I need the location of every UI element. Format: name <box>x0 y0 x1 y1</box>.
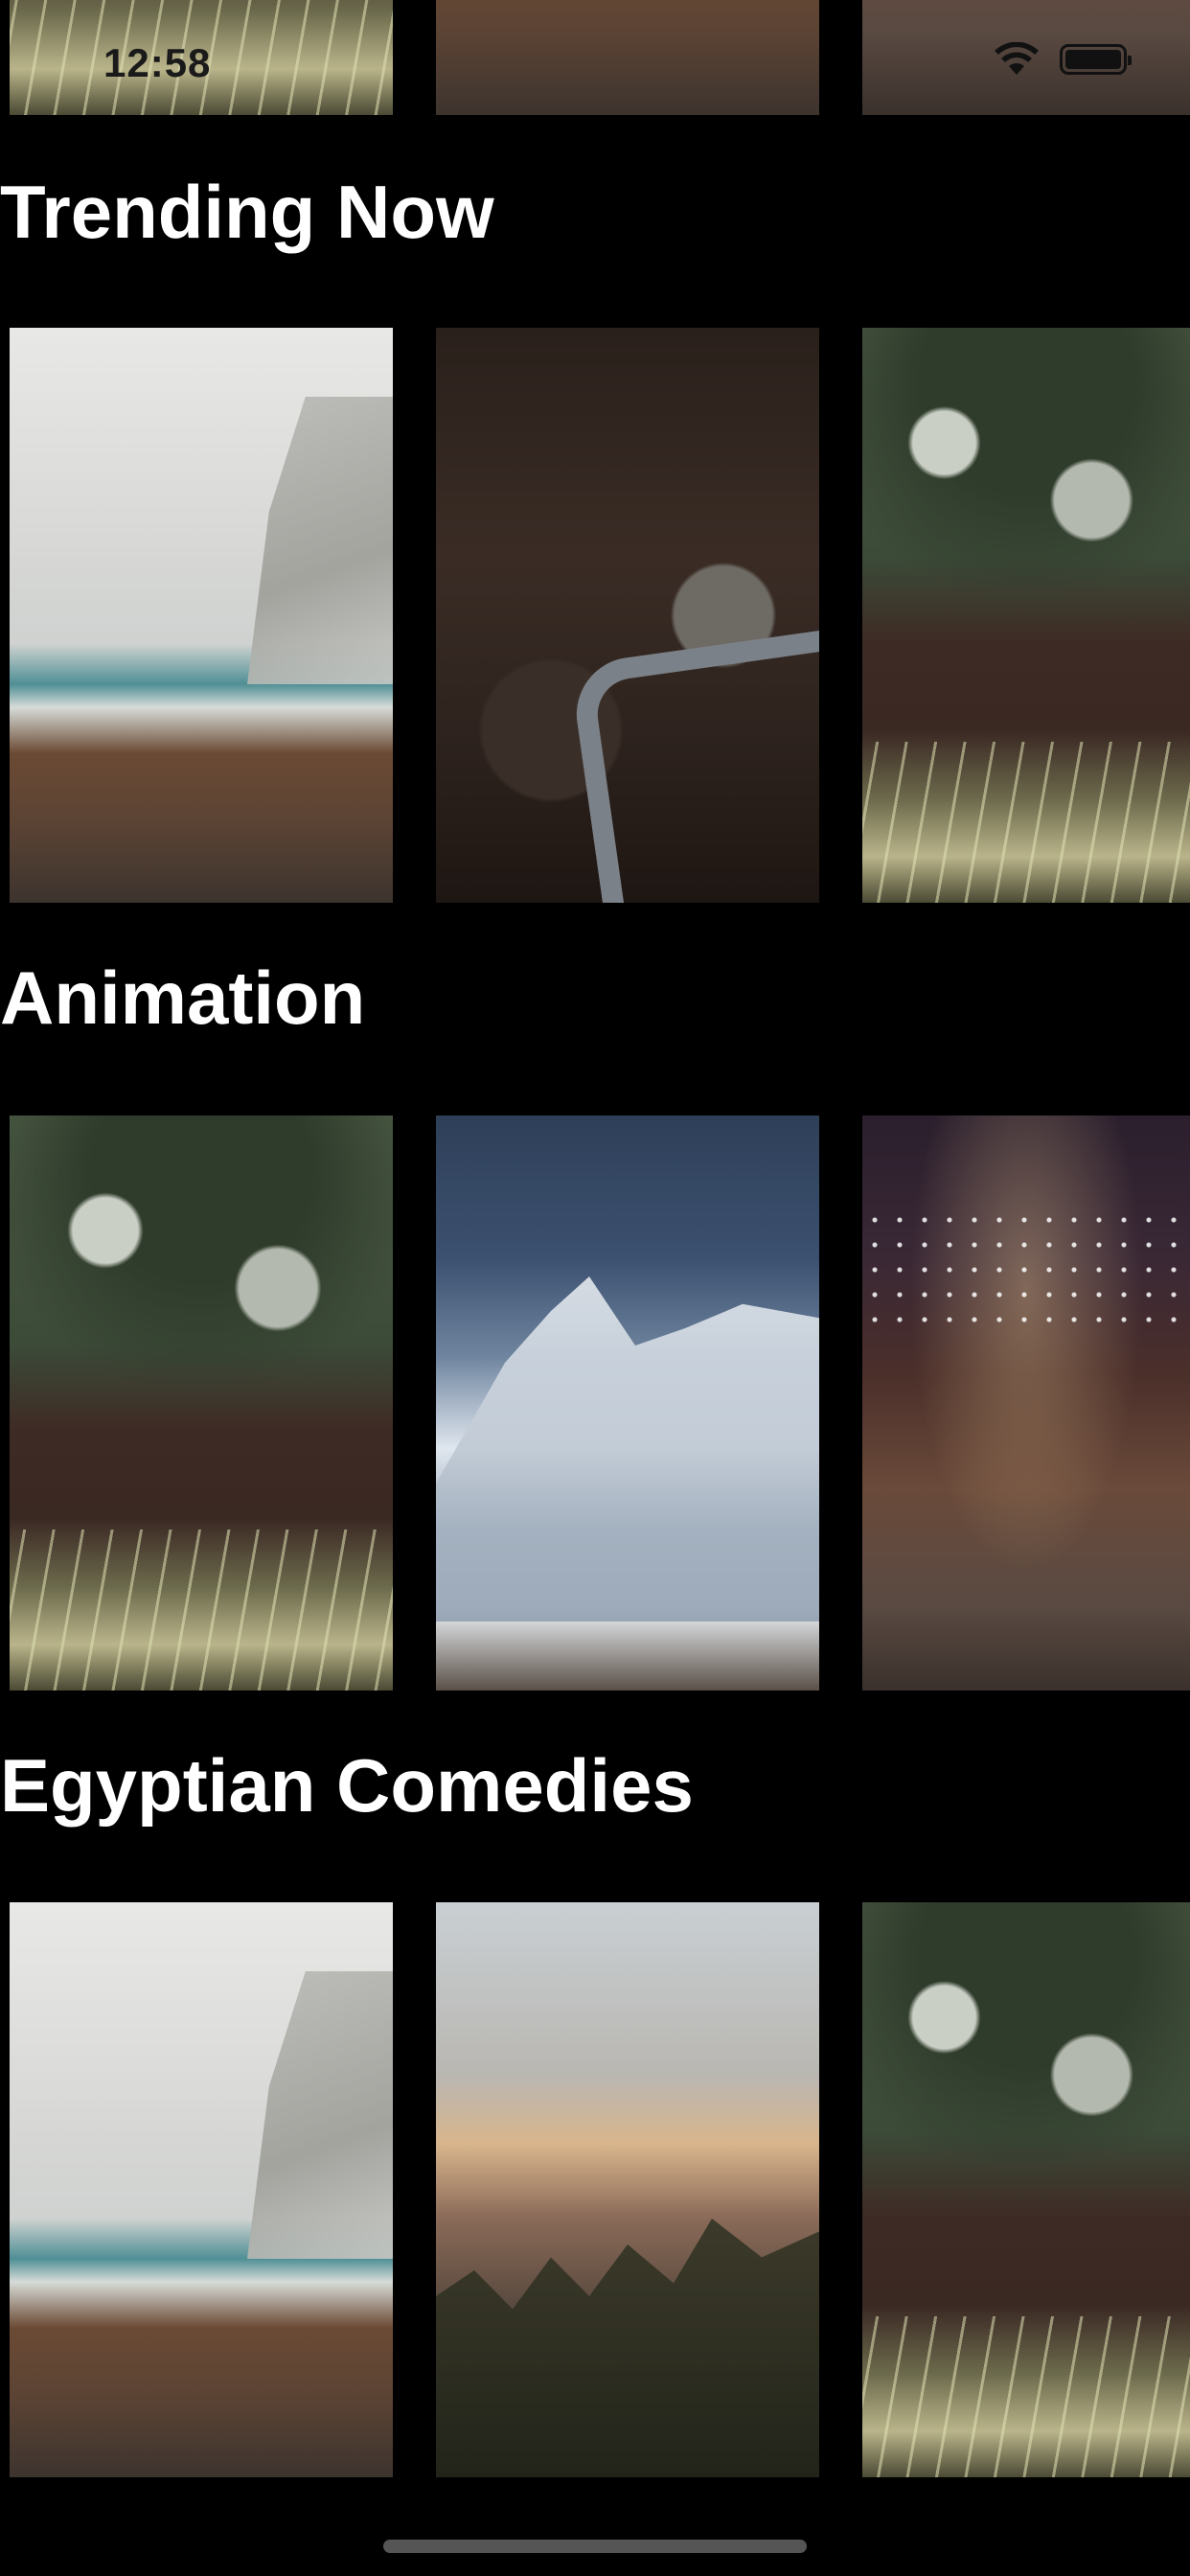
section-title-trending: Trending Now <box>0 170 494 254</box>
battery-icon <box>1060 44 1132 75</box>
poster-top-2[interactable] <box>436 0 819 115</box>
poster-comedies-1[interactable] <box>10 1902 393 2477</box>
poster-comedies-3[interactable] <box>862 1902 1190 2477</box>
poster-trending-2[interactable] <box>436 328 819 903</box>
home-indicator[interactable] <box>383 2540 807 2553</box>
status-time: 12:58 <box>103 40 212 85</box>
poster-animation-3[interactable] <box>862 1116 1190 1690</box>
poster-comedies-2[interactable] <box>436 1902 819 2477</box>
status-icons <box>995 42 1132 77</box>
section-title-egyptian-comedies: Egyptian Comedies <box>0 1743 694 1828</box>
poster-animation-1[interactable] <box>10 1116 393 1690</box>
poster-animation-2[interactable] <box>436 1116 819 1690</box>
wifi-icon <box>995 42 1039 75</box>
poster-trending-3[interactable] <box>862 328 1190 903</box>
poster-trending-1[interactable] <box>10 328 393 903</box>
section-title-animation: Animation <box>0 955 366 1040</box>
